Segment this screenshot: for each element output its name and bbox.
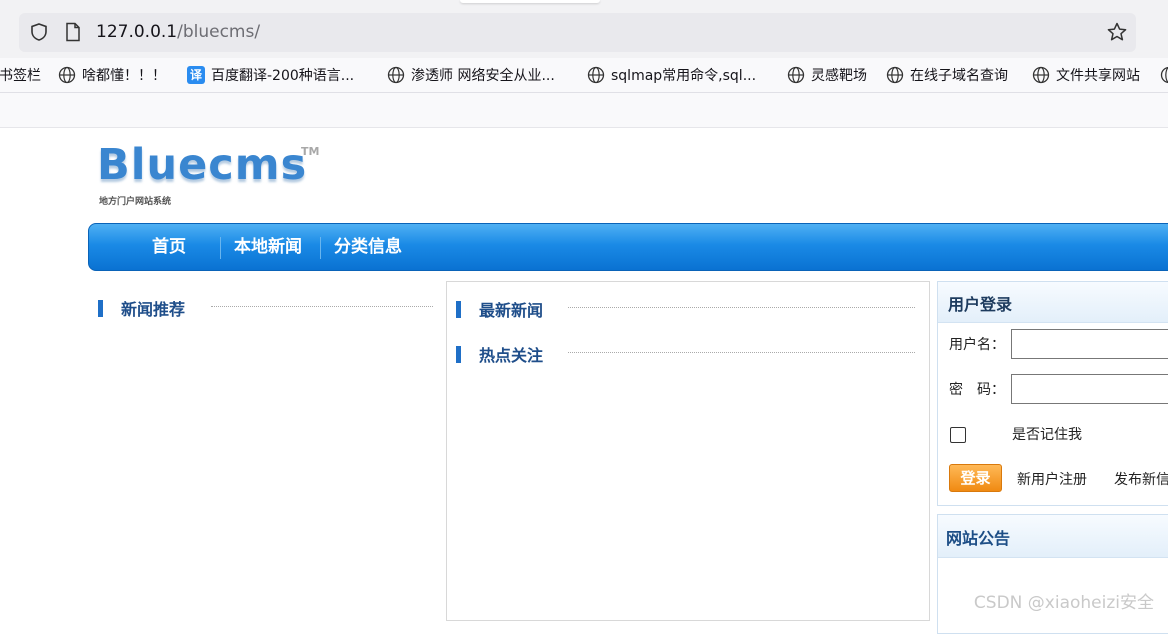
- site-logo[interactable]: Bluecms TM 地方门户网站系统: [97, 143, 307, 187]
- publish-link[interactable]: 发布新信: [1114, 469, 1168, 489]
- divider: [568, 307, 915, 308]
- bookmark-item[interactable]: 渗透师 网络安全从业...: [387, 64, 555, 86]
- nav-classifieds[interactable]: 分类信息: [334, 224, 402, 270]
- remember-checkbox[interactable]: [950, 427, 966, 443]
- bookmark-label: sqlmap常用命令,sql...: [611, 65, 756, 85]
- logo-text: Bluecms: [97, 143, 307, 187]
- url-path: /bluecms/: [177, 22, 260, 42]
- nav-divider: [220, 237, 221, 259]
- watermark: CSDN @xiaoheizi安全: [974, 588, 1154, 613]
- bookmark-label: 在线子域名查询: [910, 65, 1008, 85]
- bookmark-item[interactable]: 译 百度翻译-200种语言...: [187, 64, 354, 86]
- bookmark-label: 渗透师 网络安全从业...: [411, 65, 555, 85]
- login-button[interactable]: 登录: [949, 464, 1002, 492]
- logo-subtitle: 地方门户网站系统: [99, 194, 171, 207]
- section-title: 新闻推荐: [121, 296, 185, 320]
- bookmark-label: 啥都懂！！！: [82, 65, 166, 85]
- bookmarks-toolbar: 书签栏 啥都懂！！！ 译 百度翻译-200种语言... 渗透师 网络安全从业..…: [0, 58, 1168, 93]
- login-panel: 用户登录 用户名： 密 码： 是否记住我 登录 新用户注册 发布新信: [937, 281, 1168, 506]
- username-input[interactable]: [1011, 329, 1168, 359]
- bookmark-item[interactable]: 在线子域名查询: [886, 64, 1008, 86]
- bookmark-item[interactable]: 啥都懂！！！: [58, 64, 166, 86]
- nav-divider: [320, 237, 321, 259]
- bookmark-label: 百度翻译-200种语言...: [211, 65, 354, 85]
- bookmark-item-overflow[interactable]: [1160, 64, 1168, 86]
- section-marker: [456, 346, 461, 363]
- globe-icon: [1032, 66, 1050, 84]
- password-input[interactable]: [1011, 374, 1168, 404]
- login-title: 用户登录: [948, 291, 1012, 315]
- section-header: 热点关注: [456, 342, 543, 366]
- section-header: 最新新闻: [456, 297, 543, 321]
- logo-trademark: TM: [301, 145, 319, 158]
- globe-icon: [58, 66, 76, 84]
- globe-icon: [587, 66, 605, 84]
- bookmark-label: 灵感靶场: [811, 65, 867, 85]
- bookmark-item[interactable]: sqlmap常用命令,sql...: [587, 64, 756, 86]
- nav-home[interactable]: 首页: [152, 224, 186, 270]
- register-link[interactable]: 新用户注册: [1017, 469, 1087, 489]
- toolbar-strip: [0, 93, 1168, 128]
- remember-label: 是否记住我: [1012, 424, 1082, 444]
- bookmark-label: 文件共享网站: [1056, 65, 1140, 85]
- divider: [568, 352, 915, 353]
- url-host: 127.0.0.1: [96, 22, 177, 42]
- page-icon: [64, 22, 82, 42]
- translate-icon: 译: [187, 66, 205, 84]
- login-header: 用户登录: [938, 282, 1168, 323]
- globe-icon: [387, 66, 405, 84]
- browser-toolbar: 127.0.0.1/bluecms/: [0, 0, 1168, 58]
- globe-icon: [886, 66, 904, 84]
- middle-column: 最新新闻 热点关注: [446, 281, 930, 621]
- section-header: 新闻推荐: [98, 296, 185, 320]
- active-tab-edge[interactable]: [460, 0, 600, 3]
- section-marker: [456, 301, 461, 318]
- section-title: 热点关注: [479, 342, 543, 366]
- notice-header: 网站公告: [938, 515, 1168, 558]
- bookmark-label: 书签栏: [0, 65, 41, 85]
- globe-icon: [787, 66, 805, 84]
- section-title: 最新新闻: [479, 297, 543, 321]
- main-nav: 首页 本地新闻 分类信息: [88, 223, 1168, 271]
- bookmark-folder[interactable]: 书签栏: [0, 64, 41, 86]
- notice-title: 网站公告: [946, 525, 1010, 549]
- left-column: 新闻推荐: [88, 281, 446, 621]
- notice-panel: 网站公告: [937, 514, 1168, 634]
- divider: [211, 306, 433, 307]
- username-label: 用户名：: [949, 334, 1005, 354]
- nav-local-news[interactable]: 本地新闻: [234, 224, 302, 270]
- bookmark-star-icon[interactable]: [1106, 21, 1128, 43]
- bookmark-item[interactable]: 灵感靶场: [787, 64, 867, 86]
- section-marker: [98, 300, 103, 317]
- url-text[interactable]: 127.0.0.1/bluecms/: [96, 22, 260, 42]
- address-bar[interactable]: 127.0.0.1/bluecms/: [19, 13, 1136, 52]
- bookmark-item[interactable]: 文件共享网站: [1032, 64, 1140, 86]
- shield-icon[interactable]: [29, 22, 49, 42]
- password-label: 密 码：: [949, 379, 1005, 399]
- globe-icon: [1160, 66, 1168, 84]
